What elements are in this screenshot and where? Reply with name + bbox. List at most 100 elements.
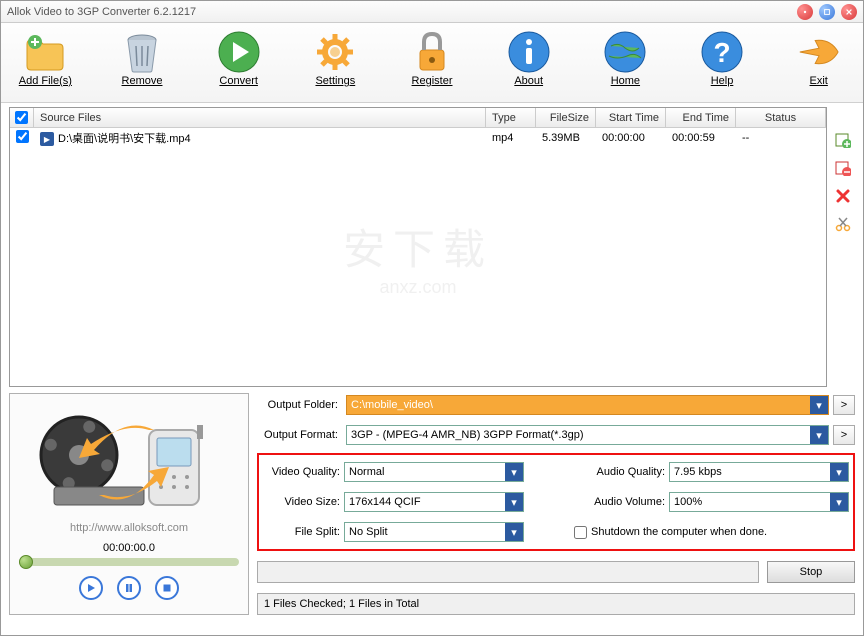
chevron-down-icon[interactable]: ▾ xyxy=(505,523,523,541)
file-name-cell: ▶D:\桌面\说明书\安下载.mp4 xyxy=(34,130,486,147)
audio-quality-select[interactable]: 7.95 kbps▾ xyxy=(669,462,849,482)
progress-row: Stop xyxy=(257,561,855,583)
file-size-cell: 5.39MB xyxy=(536,132,596,144)
globe-icon xyxy=(602,29,648,75)
output-format-label: Output Format: xyxy=(257,429,342,441)
file-checkbox[interactable] xyxy=(16,130,29,143)
settings-panel: Output Folder: C:\mobile_video\ ▾ > Outp… xyxy=(257,393,855,615)
seek-bar[interactable] xyxy=(19,558,239,566)
preview-image xyxy=(29,400,229,520)
file-split-row: File Split: No Split▾ Shutdown the compu… xyxy=(259,521,849,543)
convert-button[interactable]: Convert xyxy=(206,29,271,100)
file-row[interactable]: ▶D:\桌面\说明书\安下载.mp4 mp4 5.39MB 00:00:00 0… xyxy=(10,128,826,148)
file-list-body: ▶D:\桌面\说明书\安下载.mp4 mp4 5.39MB 00:00:00 0… xyxy=(10,128,826,386)
output-format-row: Output Format: 3GP - (MPEG-4 AMR_NB) 3GP… xyxy=(257,423,855,447)
quality-settings-box: Video Quality: Normal▾ Audio Quality: 7.… xyxy=(257,453,855,551)
format-details-button[interactable]: > xyxy=(833,425,855,445)
cut-button[interactable] xyxy=(834,215,852,233)
shutdown-checkbox-row: Shutdown the computer when done. xyxy=(574,526,767,539)
file-status-cell: -- xyxy=(736,132,826,144)
main-toolbar: Add File(s) Remove Convert Settings Regi… xyxy=(1,23,863,103)
header-status[interactable]: Status xyxy=(736,108,826,127)
header-source[interactable]: Source Files xyxy=(34,108,486,127)
header-end[interactable]: End Time xyxy=(666,108,736,127)
exit-arrow-icon xyxy=(796,29,842,75)
close-button[interactable] xyxy=(841,4,857,20)
video-file-icon: ▶ xyxy=(40,132,54,146)
file-area: Source Files Type FileSize Start Time En… xyxy=(9,107,855,387)
audio-volume-label: Audio Volume: xyxy=(584,496,669,508)
add-item-button[interactable] xyxy=(834,131,852,149)
preview-time: 00:00:00.0 xyxy=(103,542,155,554)
audio-quality-label: Audio Quality: xyxy=(584,466,669,478)
svg-text:?: ? xyxy=(713,37,730,68)
settings-button[interactable]: Settings xyxy=(303,29,368,100)
video-quality-select[interactable]: Normal▾ xyxy=(344,462,524,482)
lock-icon xyxy=(409,29,455,75)
chevron-down-icon[interactable]: ▾ xyxy=(810,426,828,444)
output-format-select[interactable]: 3GP - (MPEG-4 AMR_NB) 3GPP Format(*.3gp)… xyxy=(346,425,829,445)
home-button[interactable]: Home xyxy=(593,29,658,100)
preview-pause-button[interactable] xyxy=(117,576,141,600)
video-quality-label: Video Quality: xyxy=(259,466,344,478)
video-size-select[interactable]: 176x144 QCIF▾ xyxy=(344,492,524,512)
delete-button[interactable] xyxy=(834,187,852,205)
info-icon xyxy=(506,29,552,75)
remove-item-button[interactable] xyxy=(834,159,852,177)
file-list: Source Files Type FileSize Start Time En… xyxy=(9,107,827,387)
header-start[interactable]: Start Time xyxy=(596,108,666,127)
preview-url: http://www.alloksoft.com xyxy=(70,522,188,534)
check-all[interactable] xyxy=(15,111,28,124)
trash-icon xyxy=(119,29,165,75)
chevron-down-icon[interactable]: ▾ xyxy=(505,463,523,481)
play-icon xyxy=(216,29,262,75)
output-folder-label: Output Folder: xyxy=(257,399,342,411)
seek-thumb[interactable] xyxy=(19,555,33,569)
content-area: Source Files Type FileSize Start Time En… xyxy=(1,103,863,635)
shutdown-checkbox[interactable] xyxy=(574,526,587,539)
file-start-cell: 00:00:00 xyxy=(596,132,666,144)
chevron-down-icon[interactable]: ▾ xyxy=(830,493,848,511)
exit-button[interactable]: Exit xyxy=(786,29,851,100)
video-size-row: Video Size: 176x144 QCIF▾ Audio Volume: … xyxy=(259,491,849,513)
preview-play-button[interactable] xyxy=(79,576,103,600)
output-folder-row: Output Folder: C:\mobile_video\ ▾ > xyxy=(257,393,855,417)
preview-panel: http://www.alloksoft.com 00:00:00.0 xyxy=(9,393,249,615)
minimize-button[interactable] xyxy=(797,4,813,20)
chevron-down-icon[interactable]: ▾ xyxy=(830,463,848,481)
add-files-button[interactable]: Add File(s) xyxy=(13,29,78,100)
header-type[interactable]: Type xyxy=(486,108,536,127)
file-list-header: Source Files Type FileSize Start Time En… xyxy=(10,108,826,128)
audio-volume-select[interactable]: 100%▾ xyxy=(669,492,849,512)
app-window: Allok Video to 3GP Converter 6.2.1217 Ad… xyxy=(0,0,864,636)
window-title: Allok Video to 3GP Converter 6.2.1217 xyxy=(7,6,791,18)
remove-button[interactable]: Remove xyxy=(110,29,175,100)
title-bar: Allok Video to 3GP Converter 6.2.1217 xyxy=(1,1,863,23)
gear-icon xyxy=(312,29,358,75)
chevron-down-icon[interactable]: ▾ xyxy=(505,493,523,511)
lower-area: http://www.alloksoft.com 00:00:00.0 Outp… xyxy=(9,393,855,615)
maximize-button[interactable] xyxy=(819,4,835,20)
preview-stop-button[interactable] xyxy=(155,576,179,600)
about-button[interactable]: About xyxy=(496,29,561,100)
file-end-cell: 00:00:59 xyxy=(666,132,736,144)
header-check[interactable] xyxy=(10,108,34,127)
browse-folder-button[interactable]: > xyxy=(833,395,855,415)
file-type-cell: mp4 xyxy=(486,132,536,144)
file-split-select[interactable]: No Split▾ xyxy=(344,522,524,542)
watermark: 安下载 anxz.com xyxy=(343,216,493,298)
video-size-label: Video Size: xyxy=(259,496,344,508)
folder-add-icon xyxy=(22,29,68,75)
register-button[interactable]: Register xyxy=(400,29,465,100)
header-size[interactable]: FileSize xyxy=(536,108,596,127)
question-icon: ? xyxy=(699,29,745,75)
output-folder-select[interactable]: C:\mobile_video\ ▾ xyxy=(346,395,829,415)
shutdown-label: Shutdown the computer when done. xyxy=(591,526,767,538)
progress-bar xyxy=(257,561,759,583)
chevron-down-icon[interactable]: ▾ xyxy=(810,396,828,414)
side-buttons xyxy=(831,107,855,387)
stop-button[interactable]: Stop xyxy=(767,561,855,583)
preview-controls xyxy=(79,576,179,600)
help-button[interactable]: ? Help xyxy=(690,29,755,100)
file-split-label: File Split: xyxy=(259,526,344,538)
